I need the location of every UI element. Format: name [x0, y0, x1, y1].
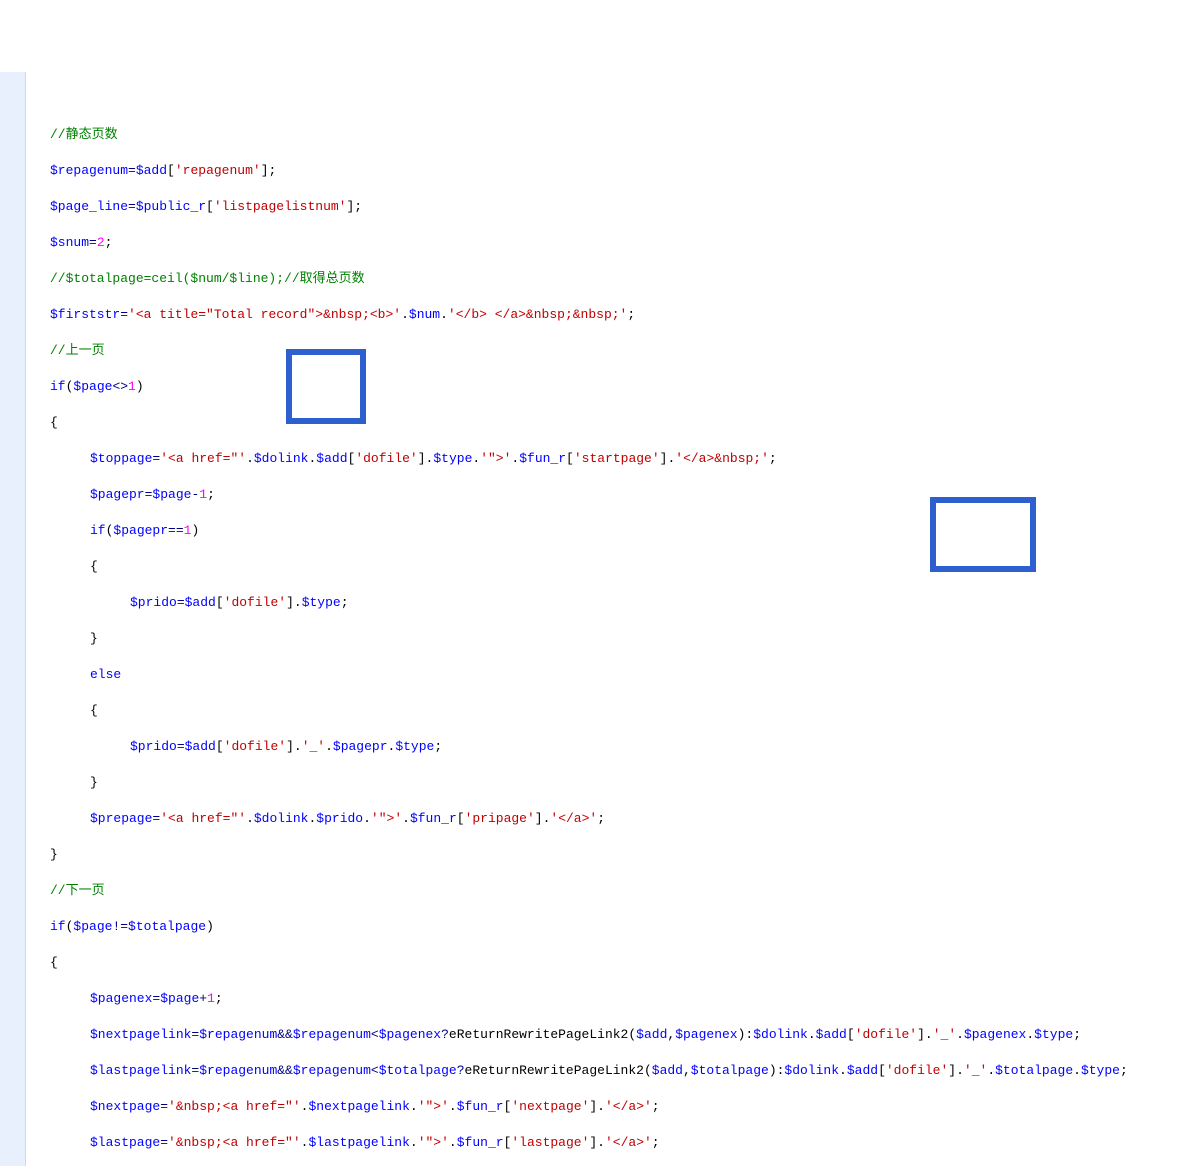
code-line: if($pagepr==1)	[30, 522, 1186, 540]
code-line: $page_line=$public_r['listpagelistnum'];	[30, 198, 1186, 216]
code-line: //上一页	[30, 342, 1186, 360]
code-line: $pagepr=$page-1;	[30, 486, 1186, 504]
code-line: $nextpagelink=$repagenum&&$repagenum<$pa…	[30, 1026, 1186, 1044]
code-line: $prido=$add['dofile'].'_'.$pagepr.$type;	[30, 738, 1186, 756]
code-line: {	[30, 414, 1186, 432]
code-line: }	[30, 630, 1186, 648]
code-line: $lastpage='&nbsp;<a href="'.$lastpagelin…	[30, 1134, 1186, 1152]
code-line: }	[30, 846, 1186, 864]
code-editor[interactable]: //静态页数 $repagenum=$add['repagenum']; $pa…	[0, 72, 1186, 1166]
code-line: $toppage='<a href="'.$dolink.$add['dofil…	[30, 450, 1186, 468]
gutter	[0, 72, 26, 1166]
code-line: }	[30, 774, 1186, 792]
code-line: {	[30, 558, 1186, 576]
code-line: $nextpage='&nbsp;<a href="'.$nextpagelin…	[30, 1098, 1186, 1116]
code-line: {	[30, 702, 1186, 720]
code-line: $pagenex=$page+1;	[30, 990, 1186, 1008]
code-line: else	[30, 666, 1186, 684]
code-line: $prepage='<a href="'.$dolink.$prido.'">'…	[30, 810, 1186, 828]
code-line: if($page!=$totalpage)	[30, 918, 1186, 936]
code-line: $snum=2;	[30, 234, 1186, 252]
code-line: $lastpagelink=$repagenum&&$repagenum<$to…	[30, 1062, 1186, 1080]
code-line: $firststr='<a title="Total record">&nbsp…	[30, 306, 1186, 324]
code-line: $repagenum=$add['repagenum'];	[30, 162, 1186, 180]
code-line: //静态页数	[30, 126, 1186, 144]
code-line: $prido=$add['dofile'].$type;	[30, 594, 1186, 612]
code-line: //$totalpage=ceil($num/$line);//取得总页数	[30, 270, 1186, 288]
code-line: if($page<>1)	[30, 378, 1186, 396]
code-line: {	[30, 954, 1186, 972]
code-line: //下一页	[30, 882, 1186, 900]
